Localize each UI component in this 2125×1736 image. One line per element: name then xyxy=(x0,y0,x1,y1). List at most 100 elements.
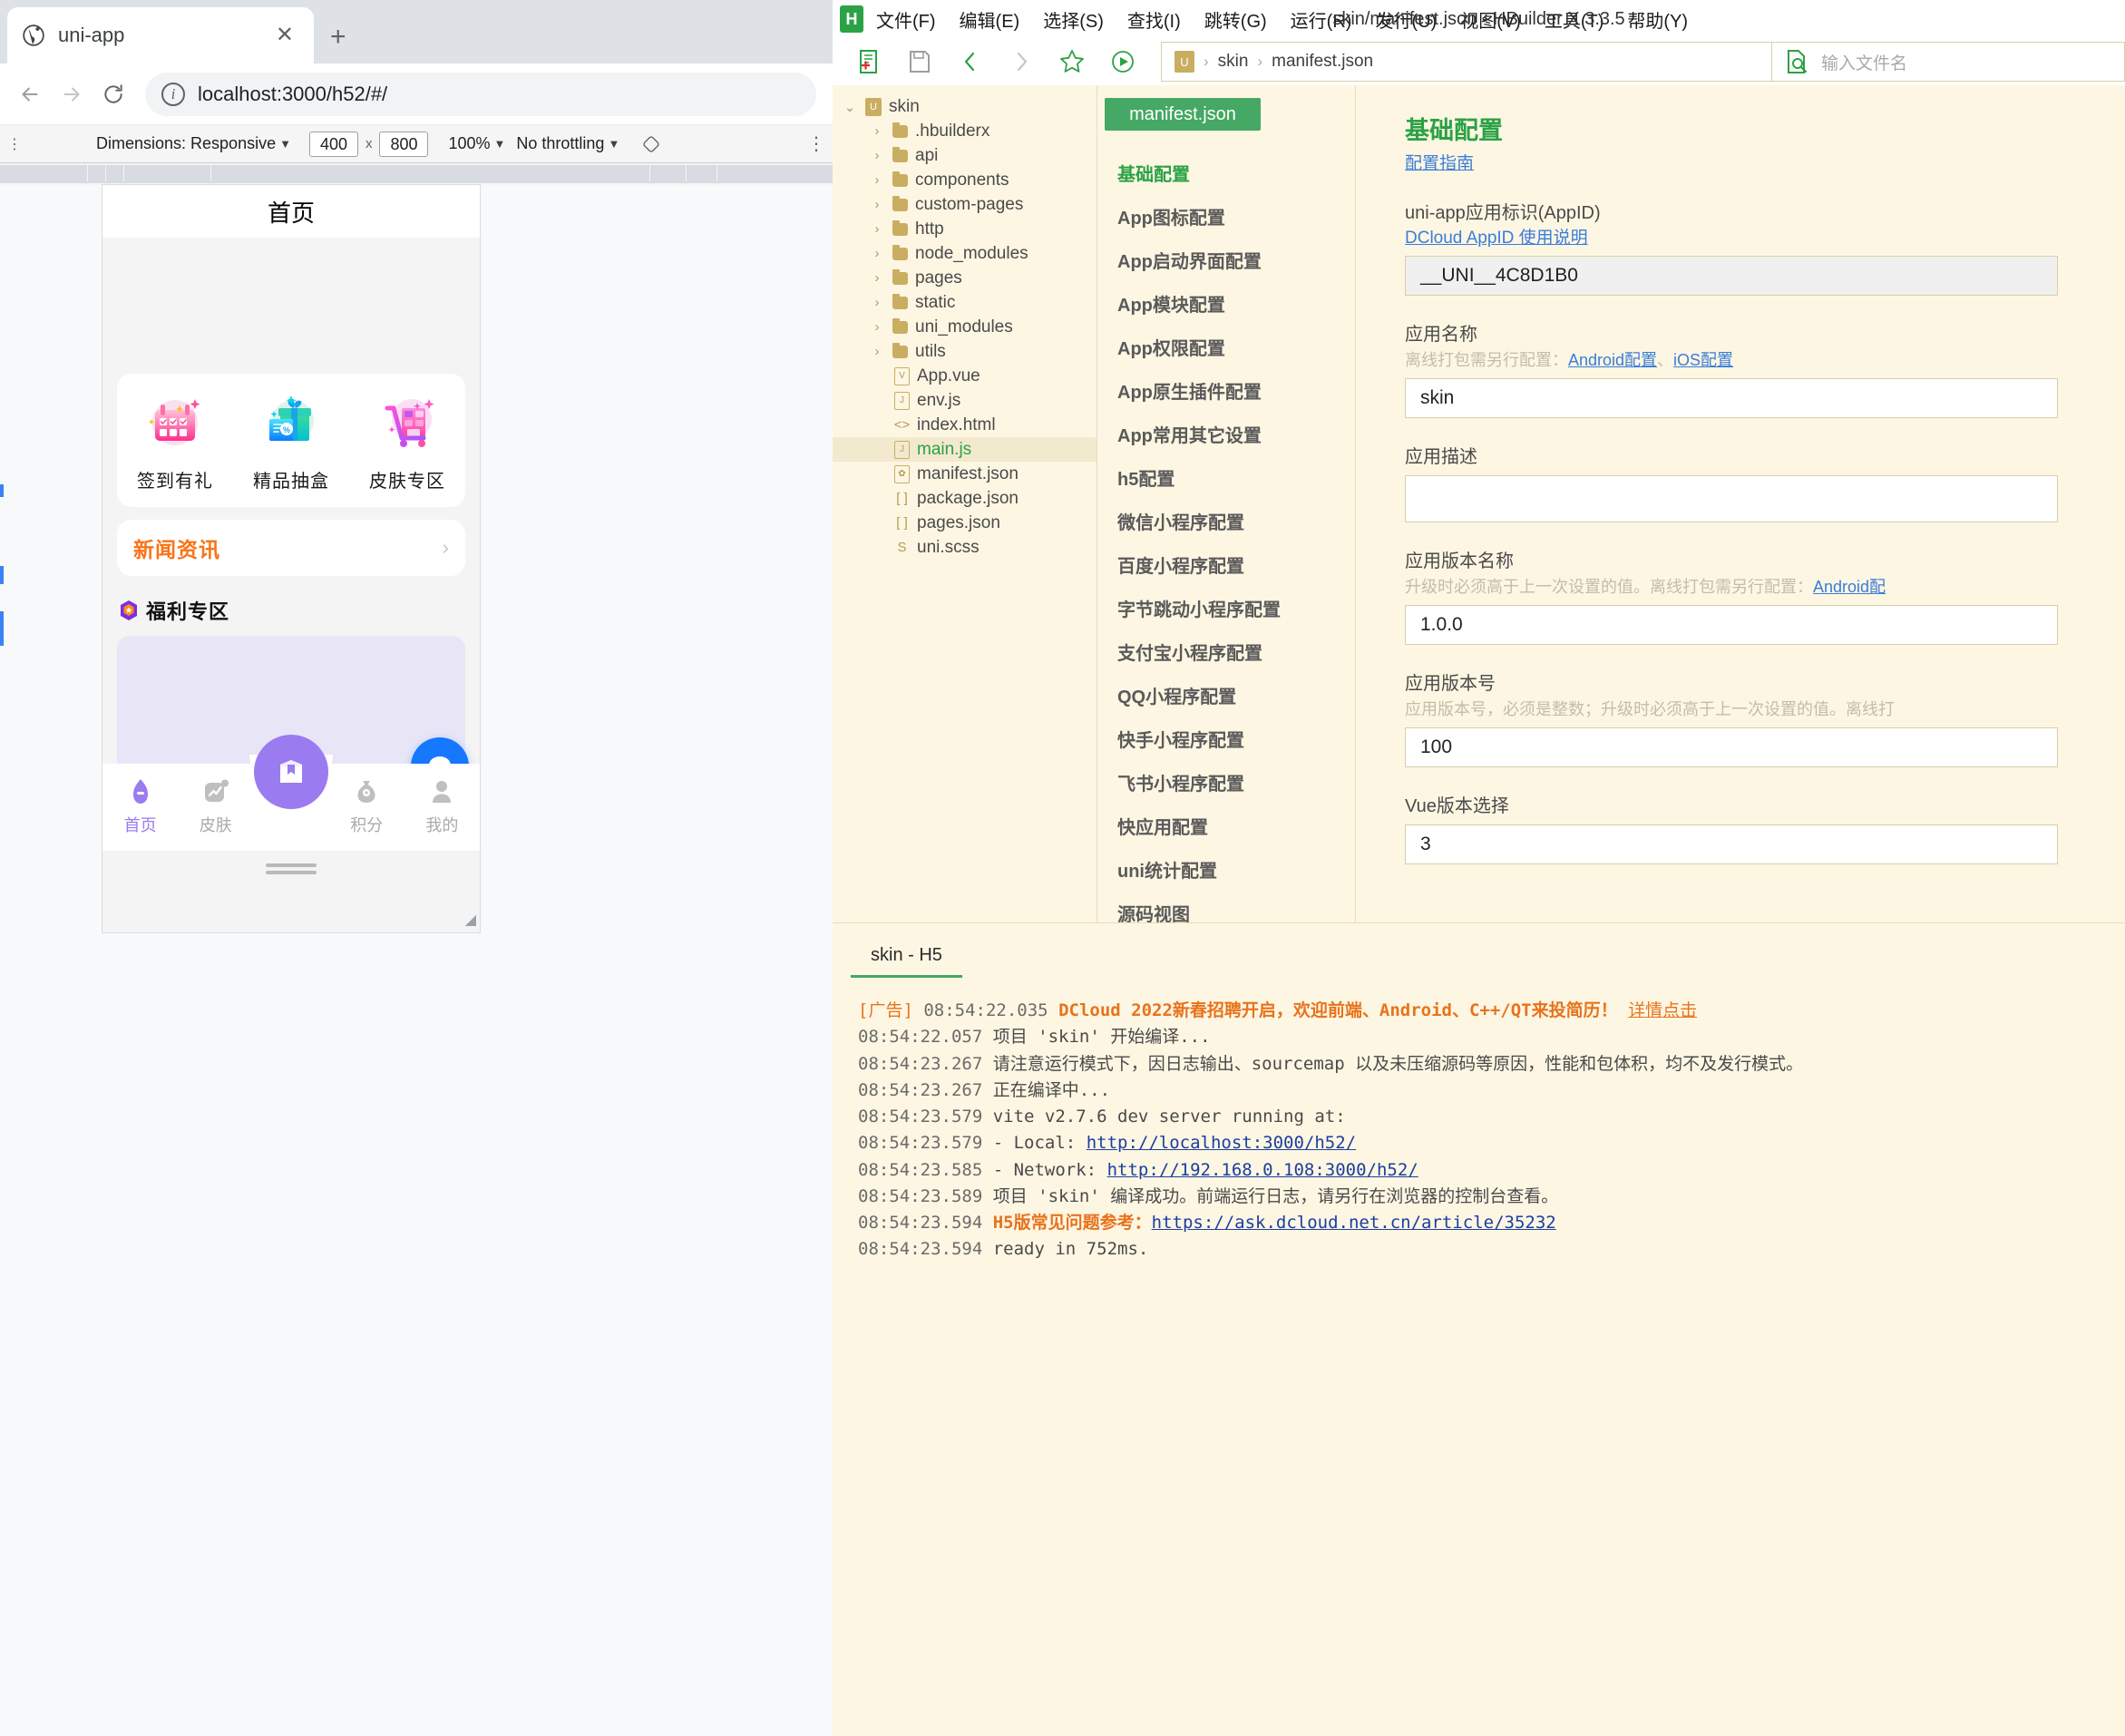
chevron-right-icon[interactable]: › xyxy=(869,319,885,335)
viewport-width-input[interactable]: 400 xyxy=(308,131,358,157)
info-circle-icon[interactable]: i xyxy=(161,82,185,106)
chevron-down-icon[interactable]: ⌄ xyxy=(842,99,858,115)
tree-folder-utils[interactable]: › utils xyxy=(833,339,1097,364)
throttling-dropdown[interactable]: No throttling ▼ xyxy=(516,134,619,153)
quick-action-skinzone[interactable]: 皮肤专区 xyxy=(353,390,462,493)
close-icon[interactable]: ✕ xyxy=(270,24,299,46)
version-code-input[interactable]: 100 xyxy=(1405,727,2058,767)
app-desc-input[interactable] xyxy=(1405,475,2058,522)
save-button[interactable] xyxy=(894,44,945,80)
chevron-right-icon[interactable]: › xyxy=(869,344,885,359)
forward-button[interactable] xyxy=(51,73,93,115)
tree-folder-api[interactable]: › api xyxy=(833,143,1097,168)
tree-folder-static[interactable]: › static xyxy=(833,290,1097,315)
back-button[interactable] xyxy=(945,44,996,80)
manifest-menu-item-13[interactable]: 快手小程序配置 xyxy=(1117,717,1355,760)
tree-file-manifest-json[interactable]: ✿ manifest.json xyxy=(833,462,1097,486)
tree-file-main-js[interactable]: Jmain.js xyxy=(833,437,1097,462)
console-link[interactable]: https://ask.dcloud.net.cn/article/35232 xyxy=(1152,1213,1556,1233)
tree-folder-http[interactable]: › http xyxy=(833,217,1097,241)
tree-folder-node-modules[interactable]: › node_modules xyxy=(833,241,1097,266)
tabbar-item-home[interactable]: 首页 xyxy=(102,776,178,836)
breadcrumb-item-file[interactable]: manifest.json xyxy=(1272,52,1373,72)
chevron-right-icon[interactable]: › xyxy=(869,197,885,212)
quick-action-checkin[interactable]: 签到有礼 xyxy=(121,390,229,493)
manifest-menu-item-6[interactable]: App常用其它设置 xyxy=(1117,412,1355,455)
kebab-menu-icon[interactable]: ⋮ xyxy=(807,132,825,155)
devtools-dock-icon[interactable]: ⋮ xyxy=(7,135,22,153)
console-tab-skin-h5[interactable]: skin - H5 xyxy=(851,940,962,978)
manifest-menu-item-10[interactable]: 字节跳动小程序配置 xyxy=(1117,586,1355,629)
menu-view[interactable]: 视图(V) xyxy=(1460,6,1521,33)
menu-tools[interactable]: 工具(T) xyxy=(1545,6,1604,33)
manifest-menu-item-2[interactable]: App启动界面配置 xyxy=(1117,238,1355,281)
tabbar-item-mine[interactable]: 我的 xyxy=(405,776,480,836)
android-config-link[interactable]: Android配 xyxy=(1813,578,1886,596)
new-tab-button[interactable]: + xyxy=(330,24,346,51)
menu-file[interactable]: 文件(F) xyxy=(876,6,936,33)
quick-action-giftbox[interactable]: % 精品抽盒 xyxy=(237,390,346,493)
chevron-right-icon[interactable]: › xyxy=(869,148,885,163)
editor-tab-manifest[interactable]: manifest.json xyxy=(1105,98,1261,131)
manifest-menu-item-9[interactable]: 百度小程序配置 xyxy=(1117,542,1355,586)
menu-run[interactable]: 运行(R) xyxy=(1291,6,1352,33)
news-entry[interactable]: 新闻资讯 › xyxy=(117,520,465,576)
manifest-menu-item-15[interactable]: 快应用配置 xyxy=(1117,804,1355,847)
reload-button[interactable] xyxy=(93,73,134,115)
chevron-right-icon[interactable]: › xyxy=(869,172,885,188)
manifest-menu-item-11[interactable]: 支付宝小程序配置 xyxy=(1117,629,1355,673)
rotate-icon[interactable] xyxy=(641,134,661,154)
browser-tab[interactable]: uni-app ✕ xyxy=(7,7,314,63)
console-link[interactable]: 详情点击 xyxy=(1628,1000,1697,1020)
manifest-menu-item-14[interactable]: 飞书小程序配置 xyxy=(1117,760,1355,804)
menu-help[interactable]: 帮助(Y) xyxy=(1627,6,1688,33)
menu-goto[interactable]: 跳转(G) xyxy=(1204,6,1267,33)
tree-file-package-json[interactable]: [ ] package.json xyxy=(833,486,1097,511)
tabbar-center-button[interactable] xyxy=(254,735,328,809)
manifest-menu-item-16[interactable]: uni统计配置 xyxy=(1117,847,1355,891)
console-link[interactable]: http://localhost:3000/h52/ xyxy=(1087,1133,1356,1153)
tree-root-skin[interactable]: ⌄ U skin xyxy=(833,94,1097,119)
preview-resize-corner[interactable]: ◢ xyxy=(465,911,476,929)
favorite-button[interactable] xyxy=(1047,44,1097,80)
chevron-right-icon[interactable]: › xyxy=(869,123,885,139)
chevron-right-icon[interactable]: › xyxy=(869,221,885,237)
chevron-right-icon[interactable]: › xyxy=(869,295,885,310)
dimensions-dropdown[interactable]: Dimensions: Responsive ▼ xyxy=(96,134,291,153)
breadcrumb-item-project[interactable]: skin xyxy=(1218,52,1249,72)
run-button[interactable] xyxy=(1097,44,1148,80)
tabbar-item-points[interactable]: 积分 xyxy=(329,776,405,836)
tree-file-pages-json[interactable]: [ ] pages.json xyxy=(833,511,1097,535)
address-bar[interactable]: i localhost:3000/h52/#/ xyxy=(145,72,816,116)
tree-folder-custom-pages[interactable]: › custom-pages xyxy=(833,192,1097,217)
menu-edit[interactable]: 编辑(E) xyxy=(960,6,1020,33)
manifest-menu-item-7[interactable]: h5配置 xyxy=(1117,455,1355,499)
breadcrumb[interactable]: U › skin › manifest.json xyxy=(1161,42,1771,82)
dcloud-appid-help-link[interactable]: DCloud AppID 使用说明 xyxy=(1405,224,1588,249)
tree-file-uni-scss[interactable]: Suni.scss xyxy=(833,535,1097,560)
app-name-input[interactable]: skin xyxy=(1405,378,2058,418)
chevron-right-icon[interactable]: › xyxy=(869,270,885,286)
tree-folder-uni-modules[interactable]: › uni_modules xyxy=(833,315,1097,339)
manifest-menu-item-5[interactable]: App原生插件配置 xyxy=(1117,368,1355,412)
menu-select[interactable]: 选择(S) xyxy=(1043,6,1104,33)
version-name-input[interactable]: 1.0.0 xyxy=(1405,605,2058,645)
tree-folder--hbuilderx[interactable]: › .hbuilderx xyxy=(833,119,1097,143)
menu-publish[interactable]: 发行(U) xyxy=(1375,6,1437,33)
menu-find[interactable]: 查找(I) xyxy=(1127,6,1181,33)
zoom-dropdown[interactable]: 100% ▼ xyxy=(448,134,505,153)
tabbar-item-center[interactable] xyxy=(253,735,328,809)
forward-button[interactable] xyxy=(996,44,1047,80)
filename-search-box[interactable]: 输入文件名 xyxy=(1771,42,2125,82)
vue-version-select[interactable]: 3 xyxy=(1405,824,2058,864)
tree-file-index-html[interactable]: <> index.html xyxy=(833,413,1097,437)
viewport-height-input[interactable]: 800 xyxy=(379,131,429,157)
android-config-link[interactable]: Android配置 xyxy=(1568,351,1657,369)
manifest-menu-item-4[interactable]: App权限配置 xyxy=(1117,325,1355,368)
chevron-right-icon[interactable]: › xyxy=(869,246,885,261)
manifest-menu-item-3[interactable]: App模块配置 xyxy=(1117,281,1355,325)
config-guide-link[interactable]: 配置指南 xyxy=(1405,150,1474,174)
manifest-menu-item-12[interactable]: QQ小程序配置 xyxy=(1117,673,1355,717)
tree-folder-components[interactable]: › components xyxy=(833,168,1097,192)
manifest-menu-item-0[interactable]: 基础配置 xyxy=(1117,151,1355,194)
